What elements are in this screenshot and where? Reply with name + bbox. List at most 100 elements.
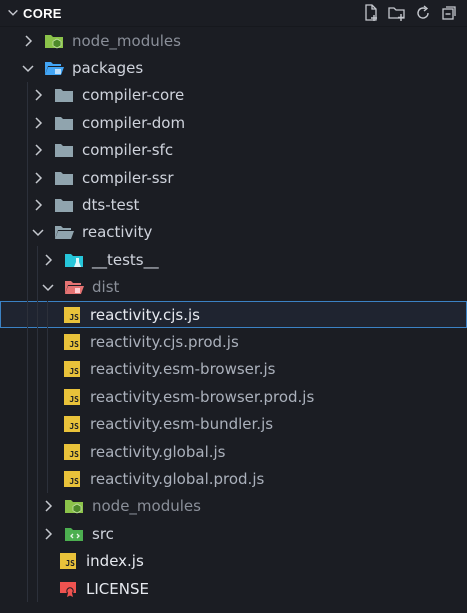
indent-guide [47, 465, 48, 493]
collapse-all-icon[interactable] [439, 3, 459, 23]
explorer-actions [361, 3, 467, 23]
tree-item-label: compiler-dom [82, 113, 186, 132]
javascript-file-icon: JS [64, 388, 80, 405]
tree-folder-item[interactable]: compiler-ssr [0, 163, 467, 192]
indent-guide [47, 328, 48, 356]
indent-guide [27, 328, 28, 356]
indent-guide [37, 465, 38, 493]
indent-guide [27, 492, 28, 521]
folder-icon [54, 169, 74, 187]
indent-guide [27, 520, 28, 548]
tree-folder-item[interactable]: dist [0, 273, 467, 301]
tree-file-item[interactable]: JS reactivity.global.js [0, 437, 467, 466]
tree-file-item[interactable]: JS reactivity.global.prod.js [0, 465, 467, 493]
tree-folder-item[interactable]: node_modules [0, 492, 467, 521]
tree-file-item[interactable]: LICENSE [0, 574, 467, 603]
chevron-down-icon[interactable] [20, 60, 36, 76]
indent-guide [37, 492, 38, 521]
javascript-file-icon: JS [64, 306, 80, 323]
folder-open-icon [54, 223, 74, 241]
tree-folder-item[interactable]: compiler-dom [0, 109, 467, 137]
tree-item-label: src [92, 524, 114, 543]
tree-folder-item[interactable]: dts-test [0, 191, 467, 219]
indent-guide [27, 547, 28, 575]
indent-guide [47, 383, 48, 411]
indent-guide [37, 547, 38, 575]
explorer-header[interactable]: CORE [0, 0, 467, 27]
indent-guide [27, 410, 28, 438]
tree-folder-item[interactable]: node_modules [0, 27, 467, 54]
tests-folder-icon [64, 251, 84, 269]
tree-file-item[interactable]: JS reactivity.esm-browser.prod.js [0, 383, 467, 411]
tree-item-label: reactivity.cjs.js [90, 305, 200, 324]
chevron-down-icon[interactable] [30, 224, 46, 240]
indent-guide [37, 574, 38, 603]
node-modules-folder-icon [44, 32, 64, 50]
folder-icon [54, 196, 74, 214]
indent-guide [27, 574, 28, 603]
tree-file-item[interactable]: JS reactivity.cjs.prod.js [0, 328, 467, 356]
tree-item-label: dist [92, 278, 120, 297]
tree-folder-item[interactable]: compiler-sfc [0, 136, 467, 164]
indent-guide [37, 300, 38, 329]
indent-guide [37, 273, 38, 301]
tree-item-label: packages [72, 59, 144, 78]
chevron-down-icon[interactable] [40, 279, 56, 295]
new-file-icon[interactable] [361, 3, 381, 23]
tree-item-label: reactivity.esm-browser.js [90, 360, 276, 379]
tree-file-item[interactable]: JS reactivity.cjs.js [0, 300, 467, 329]
indent-guide [37, 410, 38, 438]
indent-guide [27, 437, 28, 466]
chevron-right-icon[interactable] [30, 197, 46, 213]
indent-guide [47, 410, 48, 438]
chevron-right-icon[interactable] [30, 170, 46, 186]
javascript-file-icon: JS [64, 361, 80, 378]
chevron-right-icon[interactable] [30, 115, 46, 131]
tree-item-label: reactivity [82, 223, 153, 242]
indent-guide [27, 383, 28, 411]
javascript-file-icon: JS [64, 470, 80, 487]
tree-folder-item[interactable]: reactivity [0, 218, 467, 247]
indent-guide [37, 246, 38, 274]
chevron-right-icon[interactable] [40, 252, 56, 268]
dist-folder-icon [64, 278, 84, 296]
chevron-right-icon[interactable] [20, 33, 36, 49]
chevron-right-icon[interactable] [40, 498, 56, 514]
indent-guide [27, 218, 28, 247]
chevron-down-icon[interactable] [6, 6, 20, 20]
tree-file-item[interactable]: JS index.js [0, 547, 467, 575]
chevron-right-icon[interactable] [40, 526, 56, 542]
indent-guide [37, 355, 38, 384]
indent-guide [27, 136, 28, 164]
tree-item-label: compiler-sfc [82, 141, 174, 160]
indent-guide [27, 273, 28, 301]
tree-folder-item[interactable]: __tests__ [0, 246, 467, 274]
tree-file-item[interactable]: JS reactivity.esm-browser.js [0, 355, 467, 384]
chevron-right-icon[interactable] [30, 87, 46, 103]
indent-guide [27, 191, 28, 219]
indent-guide [37, 383, 38, 411]
refresh-icon[interactable] [413, 3, 433, 23]
folder-icon [54, 86, 74, 104]
indent-guide [27, 81, 28, 110]
chevron-right-icon[interactable] [30, 142, 46, 158]
new-folder-icon[interactable] [387, 3, 407, 23]
indent-guide [27, 163, 28, 192]
tree-item-label: __tests__ [92, 250, 159, 269]
tree-item-label: reactivity.esm-bundler.js [90, 415, 274, 434]
folder-icon [54, 114, 74, 132]
node-modules-folder-icon [64, 497, 84, 515]
tree-item-label: reactivity.esm-browser.prod.js [90, 387, 315, 406]
packages-folder-icon [44, 59, 64, 77]
tree-item-label: compiler-ssr [82, 168, 174, 187]
tree-file-item[interactable]: JS reactivity.esm-bundler.js [0, 410, 467, 438]
javascript-file-icon: JS [60, 553, 76, 570]
tree-folder-item[interactable]: src [0, 520, 467, 548]
tree-folder-item[interactable]: packages [0, 54, 467, 81]
indent-guide [37, 437, 38, 466]
tree-item-label: node_modules [72, 31, 181, 50]
indent-guide [47, 437, 48, 466]
javascript-file-icon: JS [64, 333, 80, 350]
tree-folder-item[interactable]: compiler-core [0, 81, 467, 110]
indent-guide [47, 355, 48, 384]
